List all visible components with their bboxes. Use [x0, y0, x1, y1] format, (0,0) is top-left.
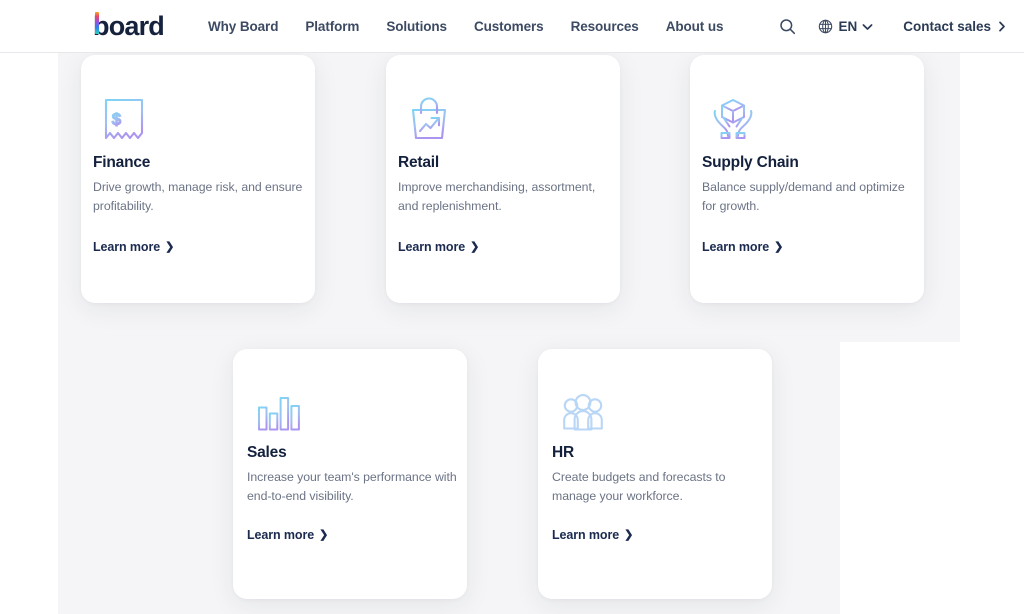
language-code: EN: [838, 19, 858, 34]
shopping-bag-trend-icon-wrap: [398, 89, 460, 151]
logo-text: board: [93, 11, 165, 41]
header-actions: EN Contact sales: [770, 0, 1014, 53]
card-title: HR: [552, 444, 574, 461]
learn-more-link-supply-chain[interactable]: Learn more ❯: [702, 240, 783, 254]
learn-more-label: Learn more: [552, 528, 620, 542]
card-supply-chain[interactable]: Supply Chain Balance supply/demand and o…: [690, 55, 924, 303]
nav-item-platform[interactable]: Platform: [305, 19, 359, 34]
chevron-right-icon: ❯: [774, 240, 784, 253]
learn-more-link-retail[interactable]: Learn more ❯: [398, 240, 479, 254]
card-description: Improve merchandising, assortment, and r…: [398, 180, 596, 213]
search-button[interactable]: [770, 10, 804, 44]
bar-chart-icon-wrap: [247, 383, 309, 445]
learn-more-link-sales[interactable]: Learn more ❯: [247, 528, 328, 542]
card-finance[interactable]: $ Finance Drive growth, manage risk, and…: [81, 55, 315, 303]
main-navigation: Why Board Platform Solutions Customers R…: [208, 0, 724, 53]
hands-holding-box-icon-wrap: [702, 89, 764, 151]
people-group-icon-wrap: [552, 383, 614, 445]
learn-more-label: Learn more: [93, 240, 161, 254]
nav-item-about-us[interactable]: About us: [666, 19, 724, 34]
learn-more-label: Learn more: [398, 240, 466, 254]
chevron-down-icon: [862, 23, 873, 30]
chevron-right-icon: ❯: [319, 528, 329, 541]
card-title: Retail: [398, 154, 440, 171]
board-logo[interactable]: board: [93, 11, 165, 41]
nav-item-resources[interactable]: Resources: [571, 19, 639, 34]
contact-sales-button[interactable]: Contact sales: [903, 19, 1006, 34]
learn-more-label: Learn more: [247, 528, 315, 542]
site-header: board Why Board Platform Solutions Custo…: [0, 0, 1024, 53]
card-description: Balance supply/demand and optimize for g…: [702, 180, 905, 213]
shopping-bag-trend-icon: [411, 97, 447, 140]
logo-wordmark: board: [93, 11, 165, 41]
people-group-icon: [563, 394, 603, 431]
learn-more-link-hr[interactable]: Learn more ❯: [552, 528, 633, 542]
card-description: Create budgets and forecasts to manage y…: [552, 470, 726, 503]
logo-gradient-stripe: [95, 12, 99, 34]
chevron-right-icon: [999, 21, 1005, 32]
nav-item-solutions[interactable]: Solutions: [386, 19, 447, 34]
globe-icon: [819, 19, 833, 34]
card-title: Finance: [93, 154, 151, 171]
learn-more-link-finance[interactable]: Learn more ❯: [93, 240, 174, 254]
language-selector[interactable]: EN: [818, 19, 873, 34]
card-sales[interactable]: Sales Increase your team's performance w…: [233, 349, 467, 599]
bar-chart-icon: [256, 397, 302, 432]
card-hr[interactable]: HR Create budgets and forecasts to manag…: [538, 349, 772, 599]
hands-holding-box-icon: [713, 99, 753, 139]
search-icon: [780, 19, 795, 35]
nav-item-why-board[interactable]: Why Board: [208, 19, 278, 34]
card-description: Drive growth, manage risk, and ensure pr…: [93, 180, 303, 213]
card-title: Sales: [247, 444, 287, 461]
card-retail[interactable]: Retail Improve merchandising, assortment…: [386, 55, 620, 303]
page-root: board Why Board Platform Solutions Custo…: [0, 0, 1024, 614]
svg-text:$: $: [112, 112, 121, 129]
contact-sales-label: Contact sales: [903, 19, 991, 34]
receipt-dollar-icon: $: [104, 98, 144, 140]
card-title: Supply Chain: [702, 154, 799, 171]
nav-item-customers[interactable]: Customers: [474, 19, 544, 34]
learn-more-label: Learn more: [702, 240, 770, 254]
chevron-right-icon: ❯: [624, 528, 634, 541]
receipt-dollar-icon-wrap: $: [93, 89, 155, 151]
card-description: Increase your team's performance with en…: [247, 470, 457, 503]
chevron-right-icon: ❯: [470, 240, 480, 253]
chevron-right-icon: ❯: [165, 240, 175, 253]
